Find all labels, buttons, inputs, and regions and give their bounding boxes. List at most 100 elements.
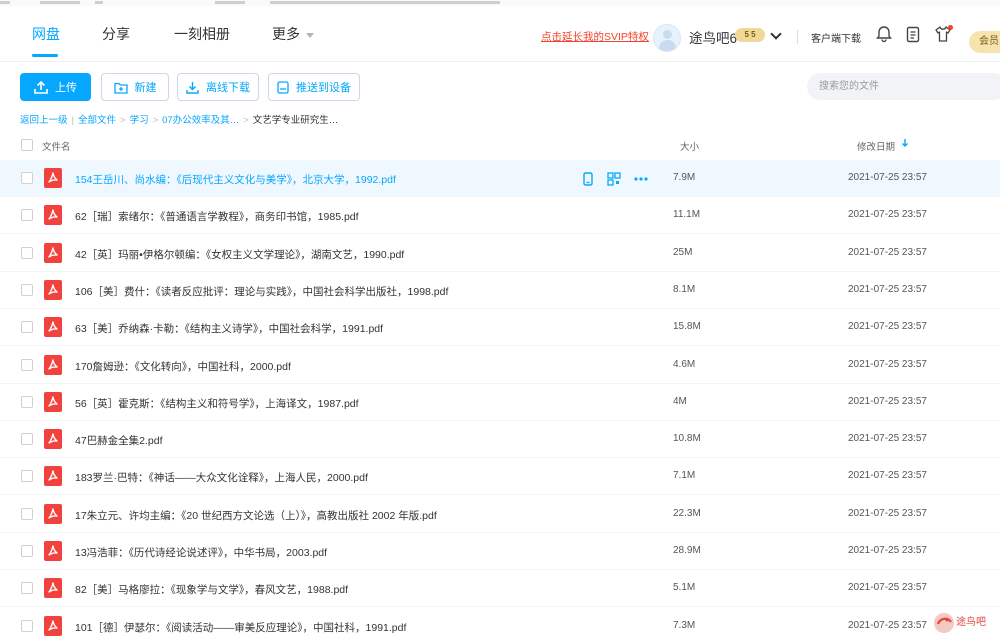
file-modified-date: 2021-07-25 23:57: [848, 508, 927, 519]
file-row[interactable]: 183罗兰·巴特：《神话——大众文化诠释》，上海人民，2000.pdf 7.1M 2…: [0, 458, 1000, 495]
pdf-file-icon: [44, 168, 62, 188]
row-checkbox[interactable]: [21, 247, 33, 259]
member-button[interactable]: 会员: [969, 31, 1000, 53]
new-folder-icon: [113, 82, 128, 94]
file-name[interactable]: 101［德］伊瑟尔：《阅读活动——审美反应理论》，中国社科，1991.pdf: [75, 620, 406, 635]
file-row[interactable]: 42［英］玛丽•伊格尔顿编：《女权主义文学理论》，湖南文艺，1990.pdf 25…: [0, 235, 1000, 272]
push-to-device-label: 推送到设备: [296, 82, 351, 94]
file-name[interactable]: 63［美］乔纳森·卡勒：《结构主义诗学》，中国社会科学，1991.pdf: [75, 321, 383, 336]
column-header-size[interactable]: 大小: [680, 139, 699, 153]
file-row[interactable]: 13冯浩菲：《历代诗经论说述评》，中华书局，2003.pdf 28.9M 2021-…: [0, 533, 1000, 570]
upload-label: 上传: [55, 82, 77, 94]
breadcrumb-current: 文艺学专业研究生…: [252, 115, 339, 126]
qrcode-icon[interactable]: [606, 171, 622, 187]
breadcrumb-study[interactable]: 学习: [130, 112, 149, 126]
vip-level-badge: 5 5: [735, 28, 765, 42]
more-options-icon[interactable]: [633, 171, 649, 187]
file-name[interactable]: 170詹姆逊：《文化转向》，中国社科，2000.pdf: [75, 359, 291, 374]
file-size: 7.9M: [673, 172, 696, 183]
active-tab-indicator: [32, 54, 58, 57]
search-input[interactable]: [807, 73, 1000, 100]
file-name[interactable]: 183罗兰·巴特：《神话——大众文化诠释》，上海人民，2000.pdf: [75, 470, 368, 485]
file-modified-date: 2021-07-25 23:57: [848, 545, 927, 556]
avatar-body-shape: [659, 40, 676, 51]
file-row[interactable]: 56［英］霍克斯：《结构主义和符号学》，上海译文，1987.pdf 4M 2021-…: [0, 384, 1000, 421]
file-name[interactable]: 42［英］玛丽•伊格尔顿编：《女权主义文学理论》，湖南文艺，1990.pdf: [75, 247, 404, 262]
file-name[interactable]: 47巴赫金全集2.pdf: [75, 433, 163, 448]
upload-button[interactable]: 上传: [20, 73, 91, 101]
row-checkbox[interactable]: [21, 582, 33, 594]
clipboard-icon[interactable]: [903, 24, 923, 44]
file-modified-date: 2021-07-25 23:57: [848, 582, 927, 593]
column-header-date[interactable]: 修改日期: [857, 139, 895, 153]
file-modified-date: 2021-07-25 23:57: [848, 359, 927, 370]
nav-tab-share[interactable]: 分享: [102, 24, 130, 44]
file-modified-date: 2021-07-25 23:57: [848, 209, 927, 220]
header-divider: [797, 30, 798, 44]
pdf-file-icon: [44, 243, 62, 263]
file-name[interactable]: 106［美］费什：《读者反应批评：理论与实践》，中国社会科学出版社，1998.p…: [75, 284, 448, 299]
bell-icon[interactable]: [874, 24, 894, 44]
file-modified-date: 2021-07-25 23:57: [848, 247, 927, 258]
top-navigation-bar: 网盘 分享 一刻相册 更多 点击延长我的SVIP特权 途鸟吧6 5 5 客户端下…: [0, 6, 1000, 62]
sort-down-icon[interactable]: [901, 138, 909, 148]
offline-download-button[interactable]: 离线下载: [177, 73, 259, 101]
column-header-name[interactable]: 文件名: [42, 139, 71, 153]
file-modified-date: 2021-07-25 23:57: [848, 433, 927, 444]
svg-text:途鸟吧: 途鸟吧: [956, 615, 986, 628]
row-checkbox[interactable]: [21, 284, 33, 296]
client-download-link[interactable]: 客户端下载: [811, 30, 861, 45]
breadcrumb-chevron: >: [152, 115, 159, 126]
file-name[interactable]: 13冯浩菲：《历代诗经论说述评》，中华书局，2003.pdf: [75, 545, 327, 560]
row-checkbox[interactable]: [21, 359, 33, 371]
file-row[interactable]: 82［美］马格廖拉：《现象学与文学》，春风文艺，1988.pdf 5.1M 2021…: [0, 570, 1000, 607]
username[interactable]: 途鸟吧6: [689, 27, 737, 47]
file-row[interactable]: 47巴赫金全集2.pdf 10.8M 2021-07-25 23:57: [0, 421, 1000, 458]
chevron-down-icon[interactable]: [770, 28, 782, 40]
svip-renew-link[interactable]: 点击延长我的SVIP特权: [541, 29, 649, 44]
file-name[interactable]: 17朱立元、许均主编：《20 世纪西方文论选（上）》，高教出版社 2002 年版…: [75, 508, 437, 523]
row-checkbox[interactable]: [21, 209, 33, 221]
pdf-file-icon: [44, 205, 62, 225]
pdf-file-icon: [44, 616, 62, 636]
row-checkbox[interactable]: [21, 321, 33, 333]
file-size: 15.8M: [673, 321, 701, 332]
file-row[interactable]: 17朱立元、许均主编：《20 世纪西方文论选（上）》，高教出版社 2002 年版…: [0, 496, 1000, 533]
row-checkbox[interactable]: [21, 396, 33, 408]
row-checkbox[interactable]: [21, 620, 33, 632]
avatar[interactable]: [653, 24, 681, 52]
row-checkbox[interactable]: [21, 545, 33, 557]
breadcrumb: 返回上一级 | 全部文件 > 学习 >07办公效率及其… > 文艺学专业研究生…: [20, 112, 338, 126]
breadcrumb-all-files[interactable]: 全部文件: [78, 112, 116, 126]
nav-tab-more[interactable]: 更多: [272, 24, 314, 44]
file-row[interactable]: 154王岳川、尚水编：《后现代主义文化与美学》，北京大学，1992.pdf 7.9…: [0, 160, 1000, 197]
file-row[interactable]: 101［德］伊瑟尔：《阅读活动——审美反应理论》，中国社科，1991.pdf 7.…: [0, 608, 1000, 638]
file-size: 11.1M: [673, 209, 701, 220]
file-name[interactable]: 62［瑞］索绪尔：《普通语言学教程》，商务印书馆，1985.pdf: [75, 209, 359, 224]
pdf-file-icon: [44, 578, 62, 598]
breadcrumb-chevron: >: [120, 115, 126, 126]
file-name[interactable]: 56［英］霍克斯：《结构主义和符号学》，上海译文，1987.pdf: [75, 396, 359, 411]
row-checkbox[interactable]: [21, 470, 33, 482]
file-size: 5.1M: [673, 582, 696, 593]
file-modified-date: 2021-07-25 23:57: [848, 396, 927, 407]
file-row[interactable]: 63［美］乔纳森·卡勒：《结构主义诗学》，中国社会科学，1991.pdf 15.8…: [0, 309, 1000, 346]
push-to-device-button[interactable]: 推送到设备: [268, 73, 360, 101]
row-checkbox[interactable]: [21, 508, 33, 520]
breadcrumb-back[interactable]: 返回上一级: [20, 112, 68, 126]
file-name[interactable]: 82［美］马格廖拉：《现象学与文学》，春风文艺，1988.pdf: [75, 582, 348, 597]
phone-icon[interactable]: [580, 171, 596, 187]
file-row[interactable]: 106［美］费什：《读者反应批评：理论与实践》，中国社会科学出版社，1998.p…: [0, 272, 1000, 309]
new-folder-button[interactable]: 新建: [101, 73, 169, 101]
breadcrumb-folder[interactable]: 07办公效率及其…: [162, 112, 239, 126]
row-checkbox[interactable]: [21, 433, 33, 445]
nav-tab-moment-album[interactable]: 一刻相册: [174, 24, 230, 44]
file-row[interactable]: 170詹姆逊：《文化转向》，中国社科，2000.pdf 4.6M 2021-07-2…: [0, 347, 1000, 384]
device-icon: [277, 80, 289, 94]
file-row[interactable]: 62［瑞］索绪尔：《普通语言学教程》，商务印书馆，1985.pdf 11.1M 20…: [0, 197, 1000, 234]
select-all-checkbox[interactable]: [21, 139, 33, 151]
row-checkbox[interactable]: [21, 172, 33, 184]
file-size: 8.1M: [673, 284, 696, 295]
file-name[interactable]: 154王岳川、尚水编：《后现代主义文化与美学》，北京大学，1992.pdf: [75, 172, 396, 187]
nav-tab-netdisk[interactable]: 网盘: [32, 24, 60, 44]
